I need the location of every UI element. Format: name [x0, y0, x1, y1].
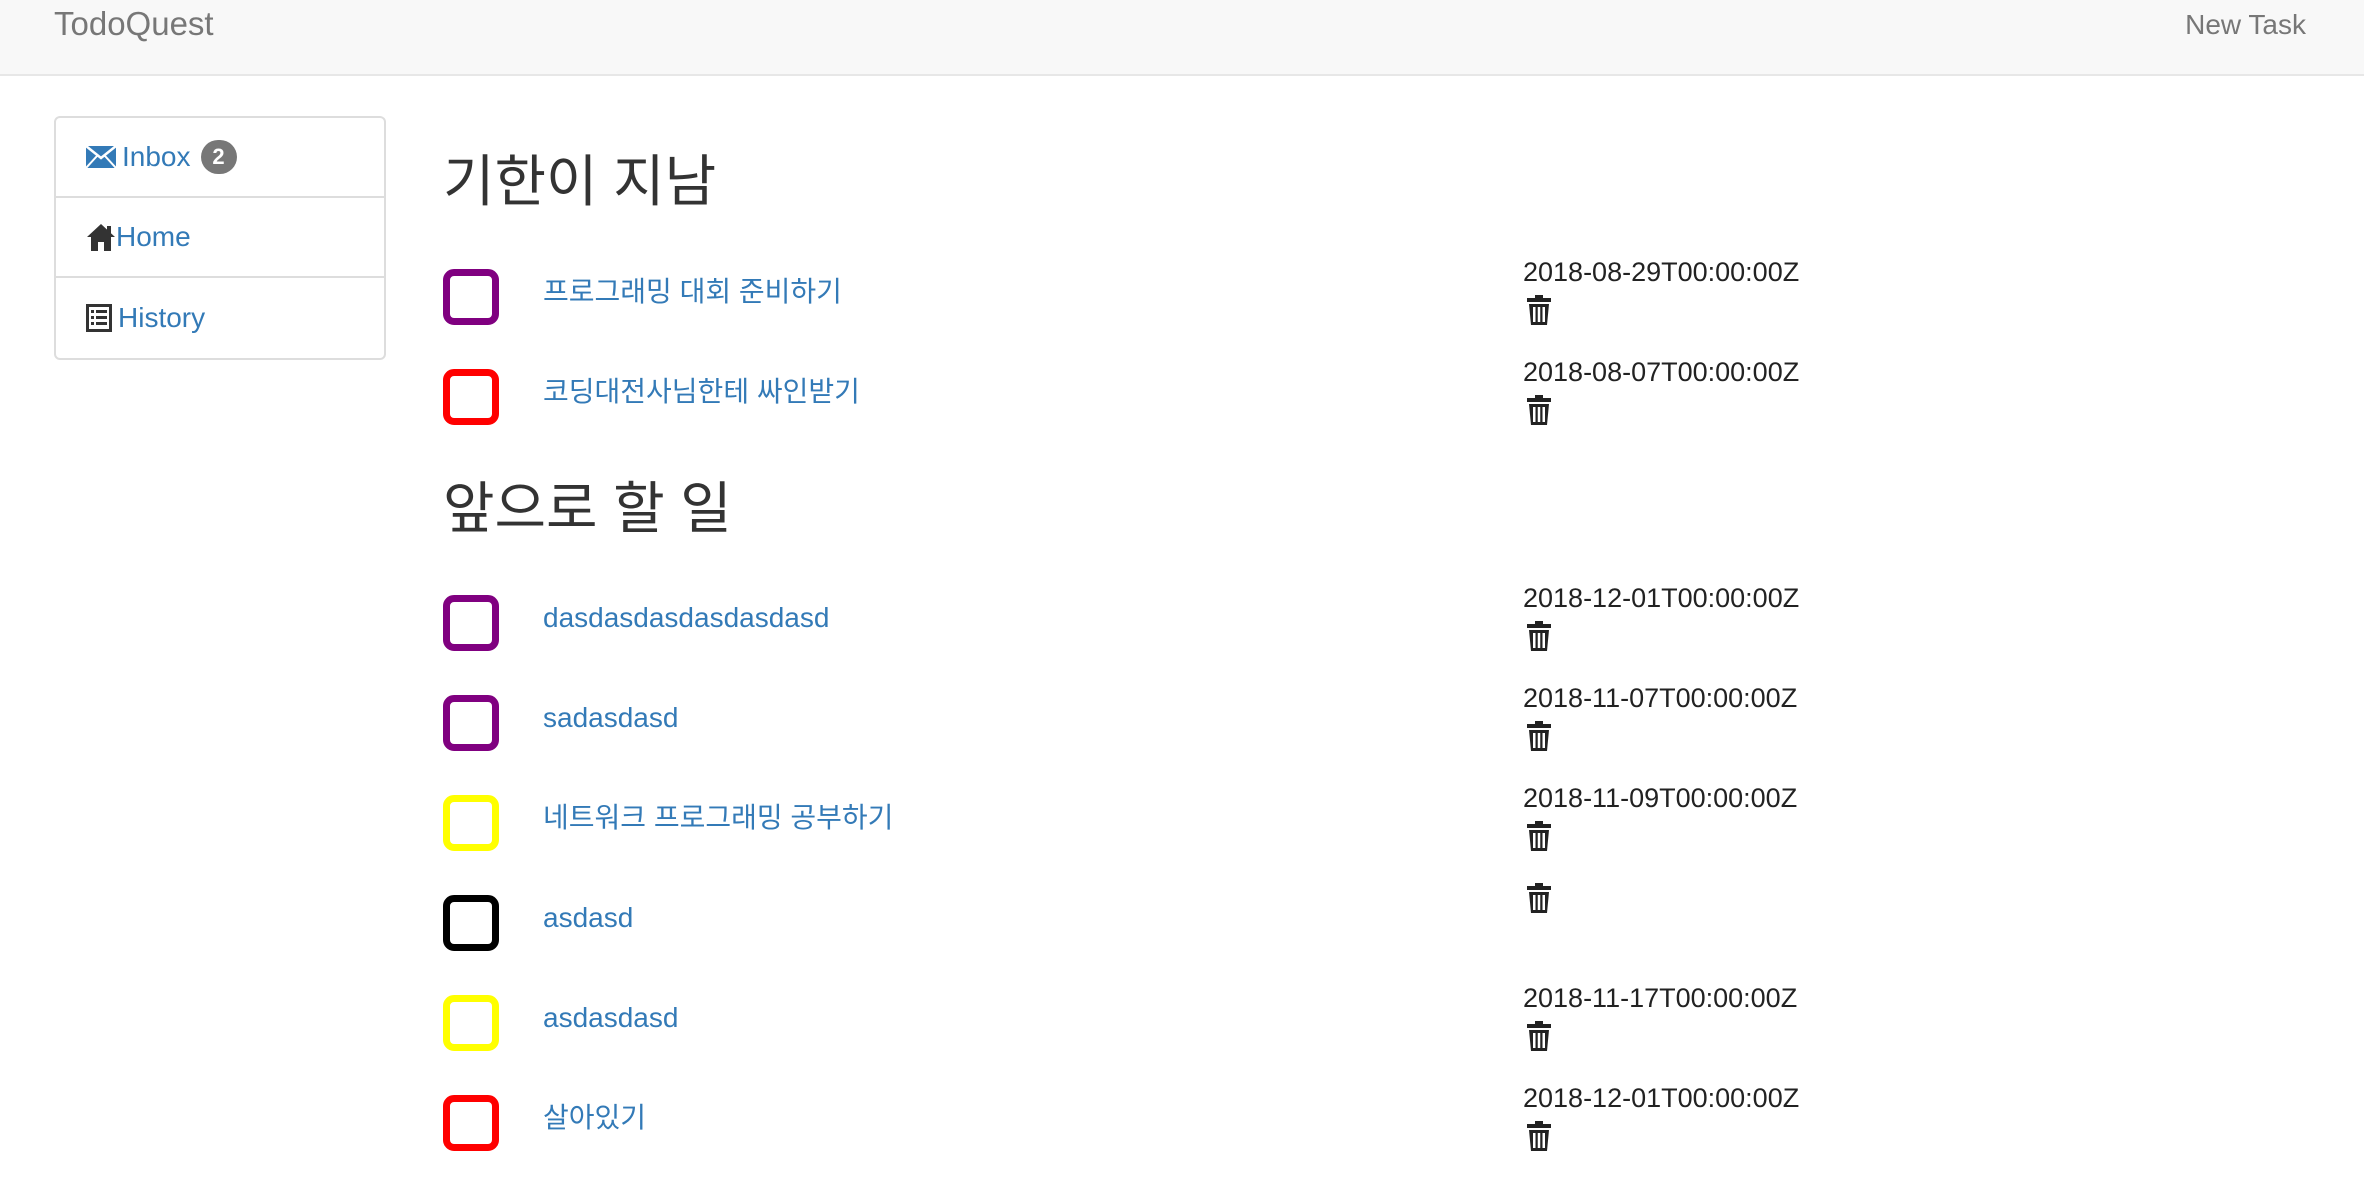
trash-icon[interactable] [1526, 294, 1554, 326]
inbox-count-badge: 2 [200, 140, 237, 174]
trash-icon[interactable] [1526, 394, 1554, 426]
sidebar: Inbox 2 Home History [54, 116, 386, 360]
task-row: 네트워크 프로그래밍 공부하기 2018-11-09T00:00:00Z [443, 782, 1943, 862]
new-task-link[interactable]: New Task [2185, 7, 2306, 43]
list-icon [86, 304, 112, 332]
trash-icon[interactable] [1526, 620, 1554, 652]
upcoming-section-title: 앞으로 할 일 [443, 477, 732, 540]
task-row: 프로그래밍 대회 준비하기 2018-08-29T00:00:00Z [443, 256, 1943, 336]
task-complete-checkbox[interactable] [443, 595, 499, 651]
task-row: asdasdasd 2018-11-17T00:00:00Z [443, 982, 1943, 1062]
trash-icon[interactable] [1526, 1120, 1554, 1152]
task-row: dasdasdasdasdasdasd 2018-12-01T00:00:00Z [443, 582, 1943, 662]
task-row: asdasd [443, 882, 1943, 962]
task-name-link[interactable]: 코딩대전사님한테 싸인받기 [543, 376, 860, 408]
task-name-link[interactable]: sadasdasd [543, 702, 678, 734]
sidebar-item-history[interactable]: History [56, 278, 384, 358]
trash-icon[interactable] [1526, 720, 1554, 752]
task-complete-checkbox[interactable] [443, 269, 499, 325]
task-name-link[interactable]: 프로그래밍 대회 준비하기 [543, 276, 842, 308]
sidebar-item-label: History [118, 302, 206, 333]
brand-logo[interactable]: TodoQuest [54, 4, 214, 44]
task-row: 살아있기 2018-12-01T00:00:00Z [443, 1082, 1943, 1162]
home-icon [86, 222, 116, 252]
sidebar-item-inbox[interactable]: Inbox 2 [56, 118, 384, 198]
task-complete-checkbox[interactable] [443, 695, 499, 751]
task-complete-checkbox[interactable] [443, 1095, 499, 1151]
task-complete-checkbox[interactable] [443, 369, 499, 425]
task-row: sadasdasd 2018-11-07T00:00:00Z [443, 682, 1943, 762]
task-name-link[interactable]: 네트워크 프로그래밍 공부하기 [543, 802, 893, 834]
trash-icon[interactable] [1526, 820, 1554, 852]
task-due-date: 2018-12-01T00:00:00Z [1523, 1083, 1800, 1113]
overdue-section-title: 기한이 지남 [443, 150, 717, 213]
trash-icon[interactable] [1526, 882, 1554, 914]
task-name-link[interactable]: asdasdasd [543, 1002, 678, 1034]
task-name-link[interactable]: dasdasdasdasdasdasd [543, 602, 829, 634]
task-due-date: 2018-08-29T00:00:00Z [1523, 257, 1800, 287]
task-due-date: 2018-11-17T00:00:00Z [1523, 983, 1798, 1013]
task-row: 코딩대전사님한테 싸인받기 2018-08-07T00:00:00Z [443, 356, 1943, 436]
sidebar-item-label: Home [116, 221, 191, 252]
sidebar-item-label: Inbox [122, 141, 191, 172]
task-complete-checkbox[interactable] [443, 795, 499, 851]
trash-icon[interactable] [1526, 1020, 1554, 1052]
envelope-icon [86, 146, 116, 168]
sidebar-item-home[interactable]: Home [56, 198, 384, 278]
task-complete-checkbox[interactable] [443, 895, 499, 951]
task-due-date: 2018-08-07T00:00:00Z [1523, 357, 1800, 387]
task-complete-checkbox[interactable] [443, 995, 499, 1051]
task-due-date: 2018-11-09T00:00:00Z [1523, 783, 1798, 813]
task-due-date: 2018-11-07T00:00:00Z [1523, 683, 1798, 713]
task-name-link[interactable]: 살아있기 [543, 1102, 646, 1134]
task-due-date: 2018-12-01T00:00:00Z [1523, 583, 1800, 613]
navbar: TodoQuest New Task [0, 0, 2364, 76]
task-name-link[interactable]: asdasd [543, 902, 633, 934]
